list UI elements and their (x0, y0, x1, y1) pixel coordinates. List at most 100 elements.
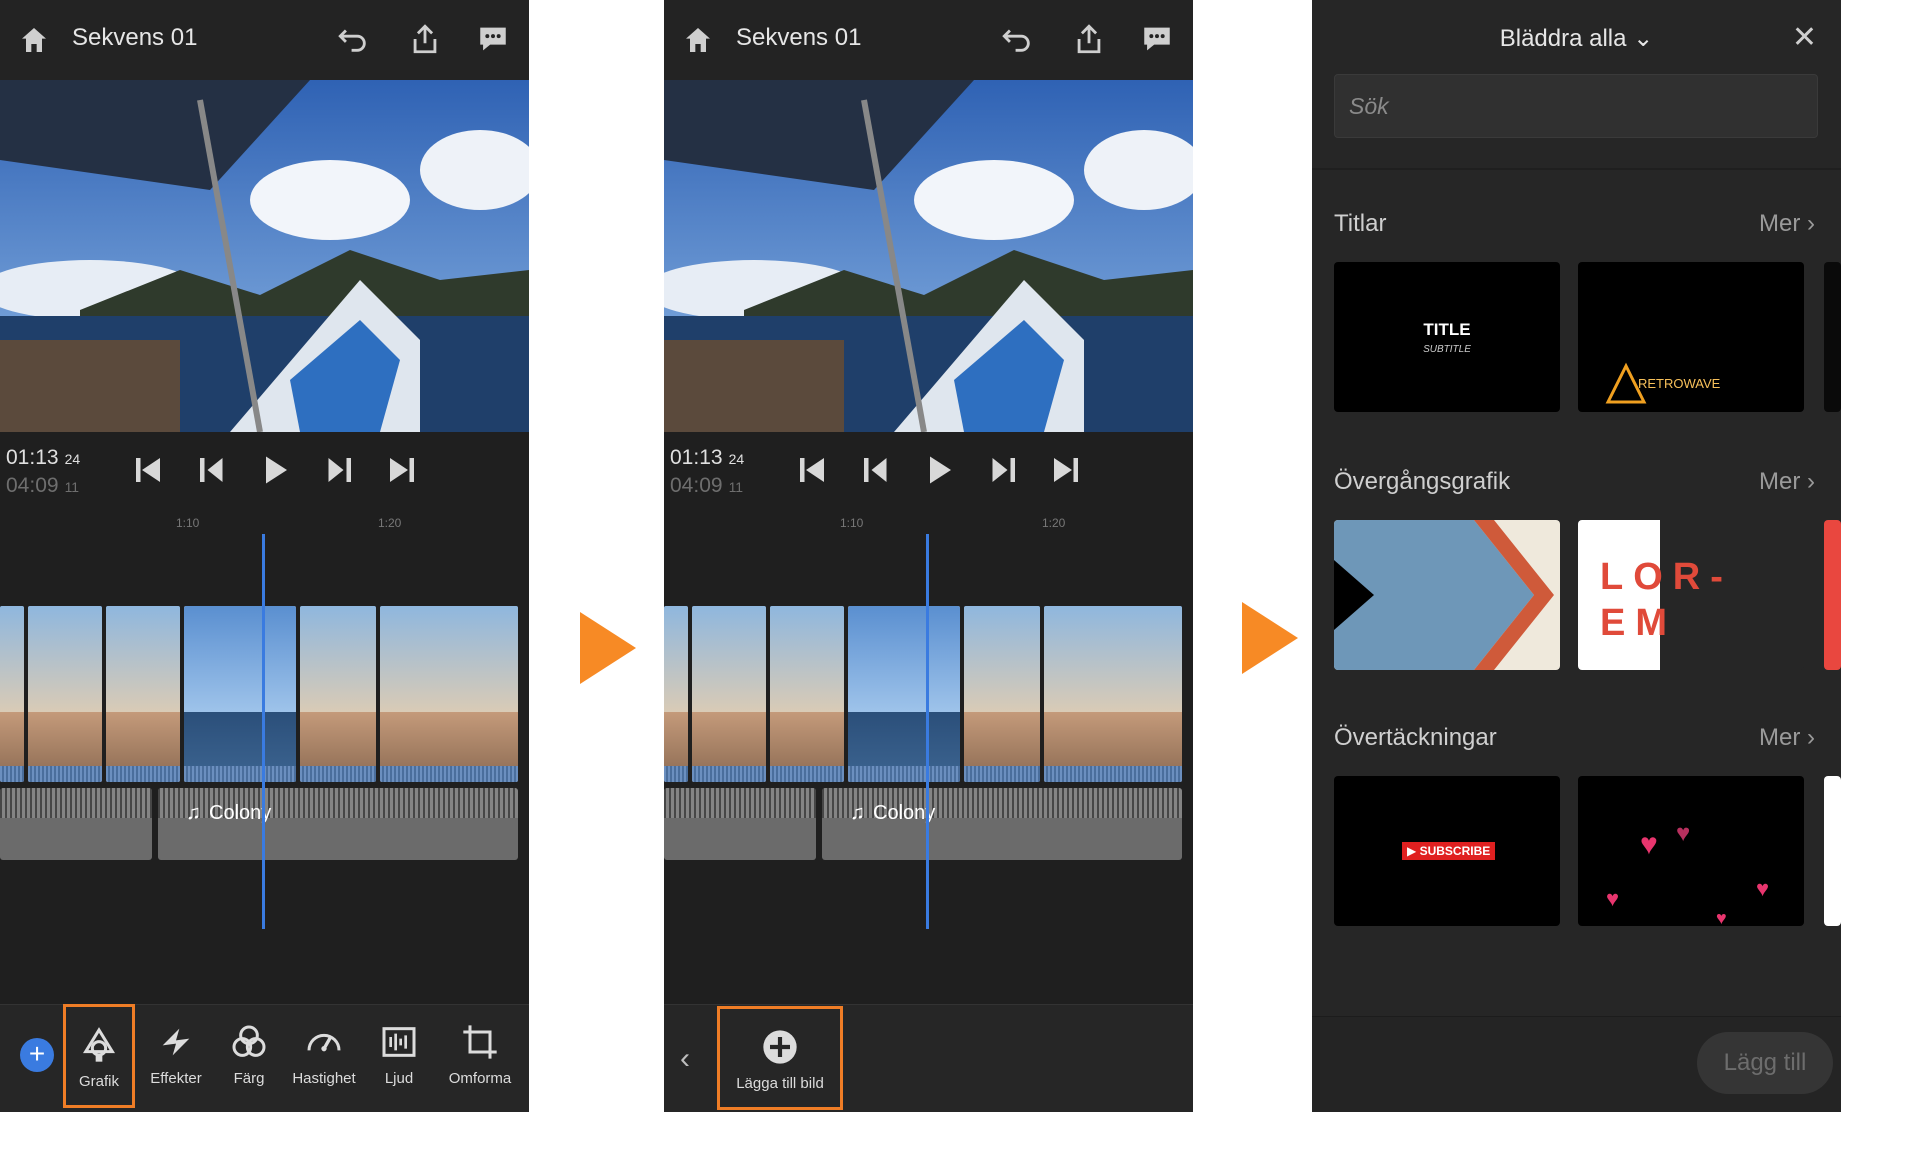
browse-panel: Bläddra alla ⌄ ✕ Sök Titlar Mer › TITLE … (1312, 0, 1841, 1112)
audio-track-label: ♫ Colony (186, 802, 272, 824)
section-title: Övertäckningar (1334, 724, 1497, 751)
video-clip[interactable] (106, 606, 180, 782)
video-clip[interactable] (964, 606, 1040, 782)
undo-icon[interactable] (1000, 22, 1034, 56)
skip-start-icon[interactable] (130, 452, 166, 488)
tool-omforma[interactable]: Omforma (440, 1004, 520, 1108)
video-clip[interactable] (770, 606, 844, 782)
tool-hastighet[interactable]: Hastighet (288, 1004, 360, 1108)
video-clip[interactable] (664, 606, 688, 782)
heart-icon: ♥ (1640, 828, 1658, 861)
heart-icon: ♥ (1676, 820, 1691, 847)
project-title: Sekvens 01 (736, 24, 862, 51)
editor-panel-2: Sekvens 01 01:13 24 04:09 11 1:10 1:20 ♫… (664, 0, 1193, 1112)
divider (1312, 168, 1841, 170)
video-clip-selected[interactable] (848, 606, 960, 782)
video-clip[interactable] (28, 606, 102, 782)
crop-icon (460, 1022, 500, 1062)
hearts-overlay-card[interactable]: ♥ ♥ ♥ ♥ ♥ (1578, 776, 1804, 926)
video-clip-selected[interactable] (184, 606, 296, 782)
current-timecode: 01:13 24 (6, 446, 81, 469)
playhead[interactable] (262, 534, 265, 929)
step-back-icon[interactable] (194, 452, 230, 488)
more-link[interactable]: Mer › (1759, 468, 1815, 496)
tool-grafik[interactable]: Grafik (63, 1004, 135, 1108)
ruler-mark: 1:20 (1042, 516, 1066, 530)
current-timecode: 01:13 24 (670, 446, 745, 469)
ruler-mark: 1:10 (840, 516, 864, 530)
peek-card[interactable] (1824, 520, 1841, 670)
audio-track-label: ♫ Colony (850, 802, 936, 824)
total-duration: 04:09 11 (6, 474, 80, 497)
more-link[interactable]: Mer › (1759, 724, 1815, 752)
peek-card[interactable] (1824, 776, 1841, 926)
peek-card[interactable] (1824, 262, 1841, 412)
video-preview[interactable] (0, 80, 529, 432)
step-forward-icon[interactable] (321, 452, 357, 488)
ruler-mark: 1:20 (378, 516, 402, 530)
search-input[interactable]: Sök (1334, 74, 1818, 138)
add-circle-icon (760, 1027, 800, 1067)
home-icon[interactable] (682, 24, 714, 56)
audio-clip[interactable] (0, 788, 152, 860)
back-chevron-icon[interactable]: ‹ (680, 1042, 690, 1076)
audio-icon (379, 1022, 419, 1062)
lorem-transition-card[interactable]: LOR- EM (1578, 520, 1804, 670)
add-image-button[interactable]: Lägga till bild (717, 1006, 843, 1110)
video-clip[interactable] (692, 606, 766, 782)
transport-controls (794, 452, 1084, 492)
color-icon (229, 1022, 269, 1062)
transport-controls (130, 452, 420, 492)
step-back-icon[interactable] (858, 452, 894, 488)
heart-icon: ♥ (1716, 908, 1727, 926)
tool-ljud[interactable]: Ljud (363, 1004, 435, 1108)
title-template-card[interactable]: TITLE SUBTITLE (1334, 262, 1560, 412)
browse-dropdown[interactable]: Bläddra alla ⌄ (1312, 24, 1841, 53)
skip-end-icon[interactable] (384, 452, 420, 488)
video-preview[interactable] (664, 80, 1193, 432)
add-button[interactable]: Lägg till (1697, 1032, 1833, 1094)
music-note-icon: ♫ (850, 802, 865, 824)
feedback-icon[interactable] (1140, 22, 1174, 56)
play-icon[interactable] (257, 452, 293, 488)
step-forward-icon[interactable] (985, 452, 1021, 488)
graphics-icon (79, 1025, 119, 1065)
feedback-icon[interactable] (476, 22, 510, 56)
play-icon[interactable] (921, 452, 957, 488)
audio-clip[interactable] (664, 788, 816, 860)
skip-end-icon[interactable] (1048, 452, 1084, 488)
audio-clip[interactable]: ♫ Colony (158, 788, 518, 860)
top-bar: Sekvens 01 (664, 0, 1193, 80)
share-icon[interactable] (1072, 22, 1106, 56)
ruler-mark: 1:10 (176, 516, 200, 530)
skip-start-icon[interactable] (794, 452, 830, 488)
video-clip[interactable] (300, 606, 376, 782)
audio-clip[interactable]: ♫ Colony (822, 788, 1182, 860)
speed-icon (304, 1022, 344, 1062)
add-media-button[interactable]: + (20, 1038, 54, 1072)
project-title: Sekvens 01 (72, 24, 198, 51)
section-title: Övergångsgrafik (1334, 468, 1511, 495)
music-note-icon: ♫ (186, 802, 201, 824)
tool-farg[interactable]: Färg (213, 1004, 285, 1108)
undo-icon[interactable] (336, 22, 370, 56)
video-clip[interactable] (1044, 606, 1182, 782)
chevron-down-icon: ⌄ (1633, 25, 1654, 52)
share-icon[interactable] (408, 22, 442, 56)
close-icon[interactable]: ✕ (1792, 20, 1817, 55)
heart-icon: ♥ (1606, 886, 1620, 911)
subscribe-badge: ▶ SUBSCRIBE (1402, 842, 1496, 860)
tool-effekter[interactable]: Effekter (140, 1004, 212, 1108)
effects-icon (156, 1022, 196, 1062)
heart-icon: ♥ (1756, 876, 1770, 901)
step-arrow (580, 612, 636, 684)
video-clip[interactable] (380, 606, 518, 782)
video-clip[interactable] (0, 606, 24, 782)
chevron-transition-card[interactable] (1334, 520, 1560, 670)
browse-header: Bläddra alla ⌄ ✕ (1312, 0, 1841, 78)
retrowave-template-card[interactable]: RETROWAVE (1578, 262, 1804, 412)
home-icon[interactable] (18, 24, 50, 56)
playhead[interactable] (926, 534, 929, 929)
more-link[interactable]: Mer › (1759, 210, 1815, 238)
subscribe-overlay-card[interactable]: ▶ SUBSCRIBE (1334, 776, 1560, 926)
